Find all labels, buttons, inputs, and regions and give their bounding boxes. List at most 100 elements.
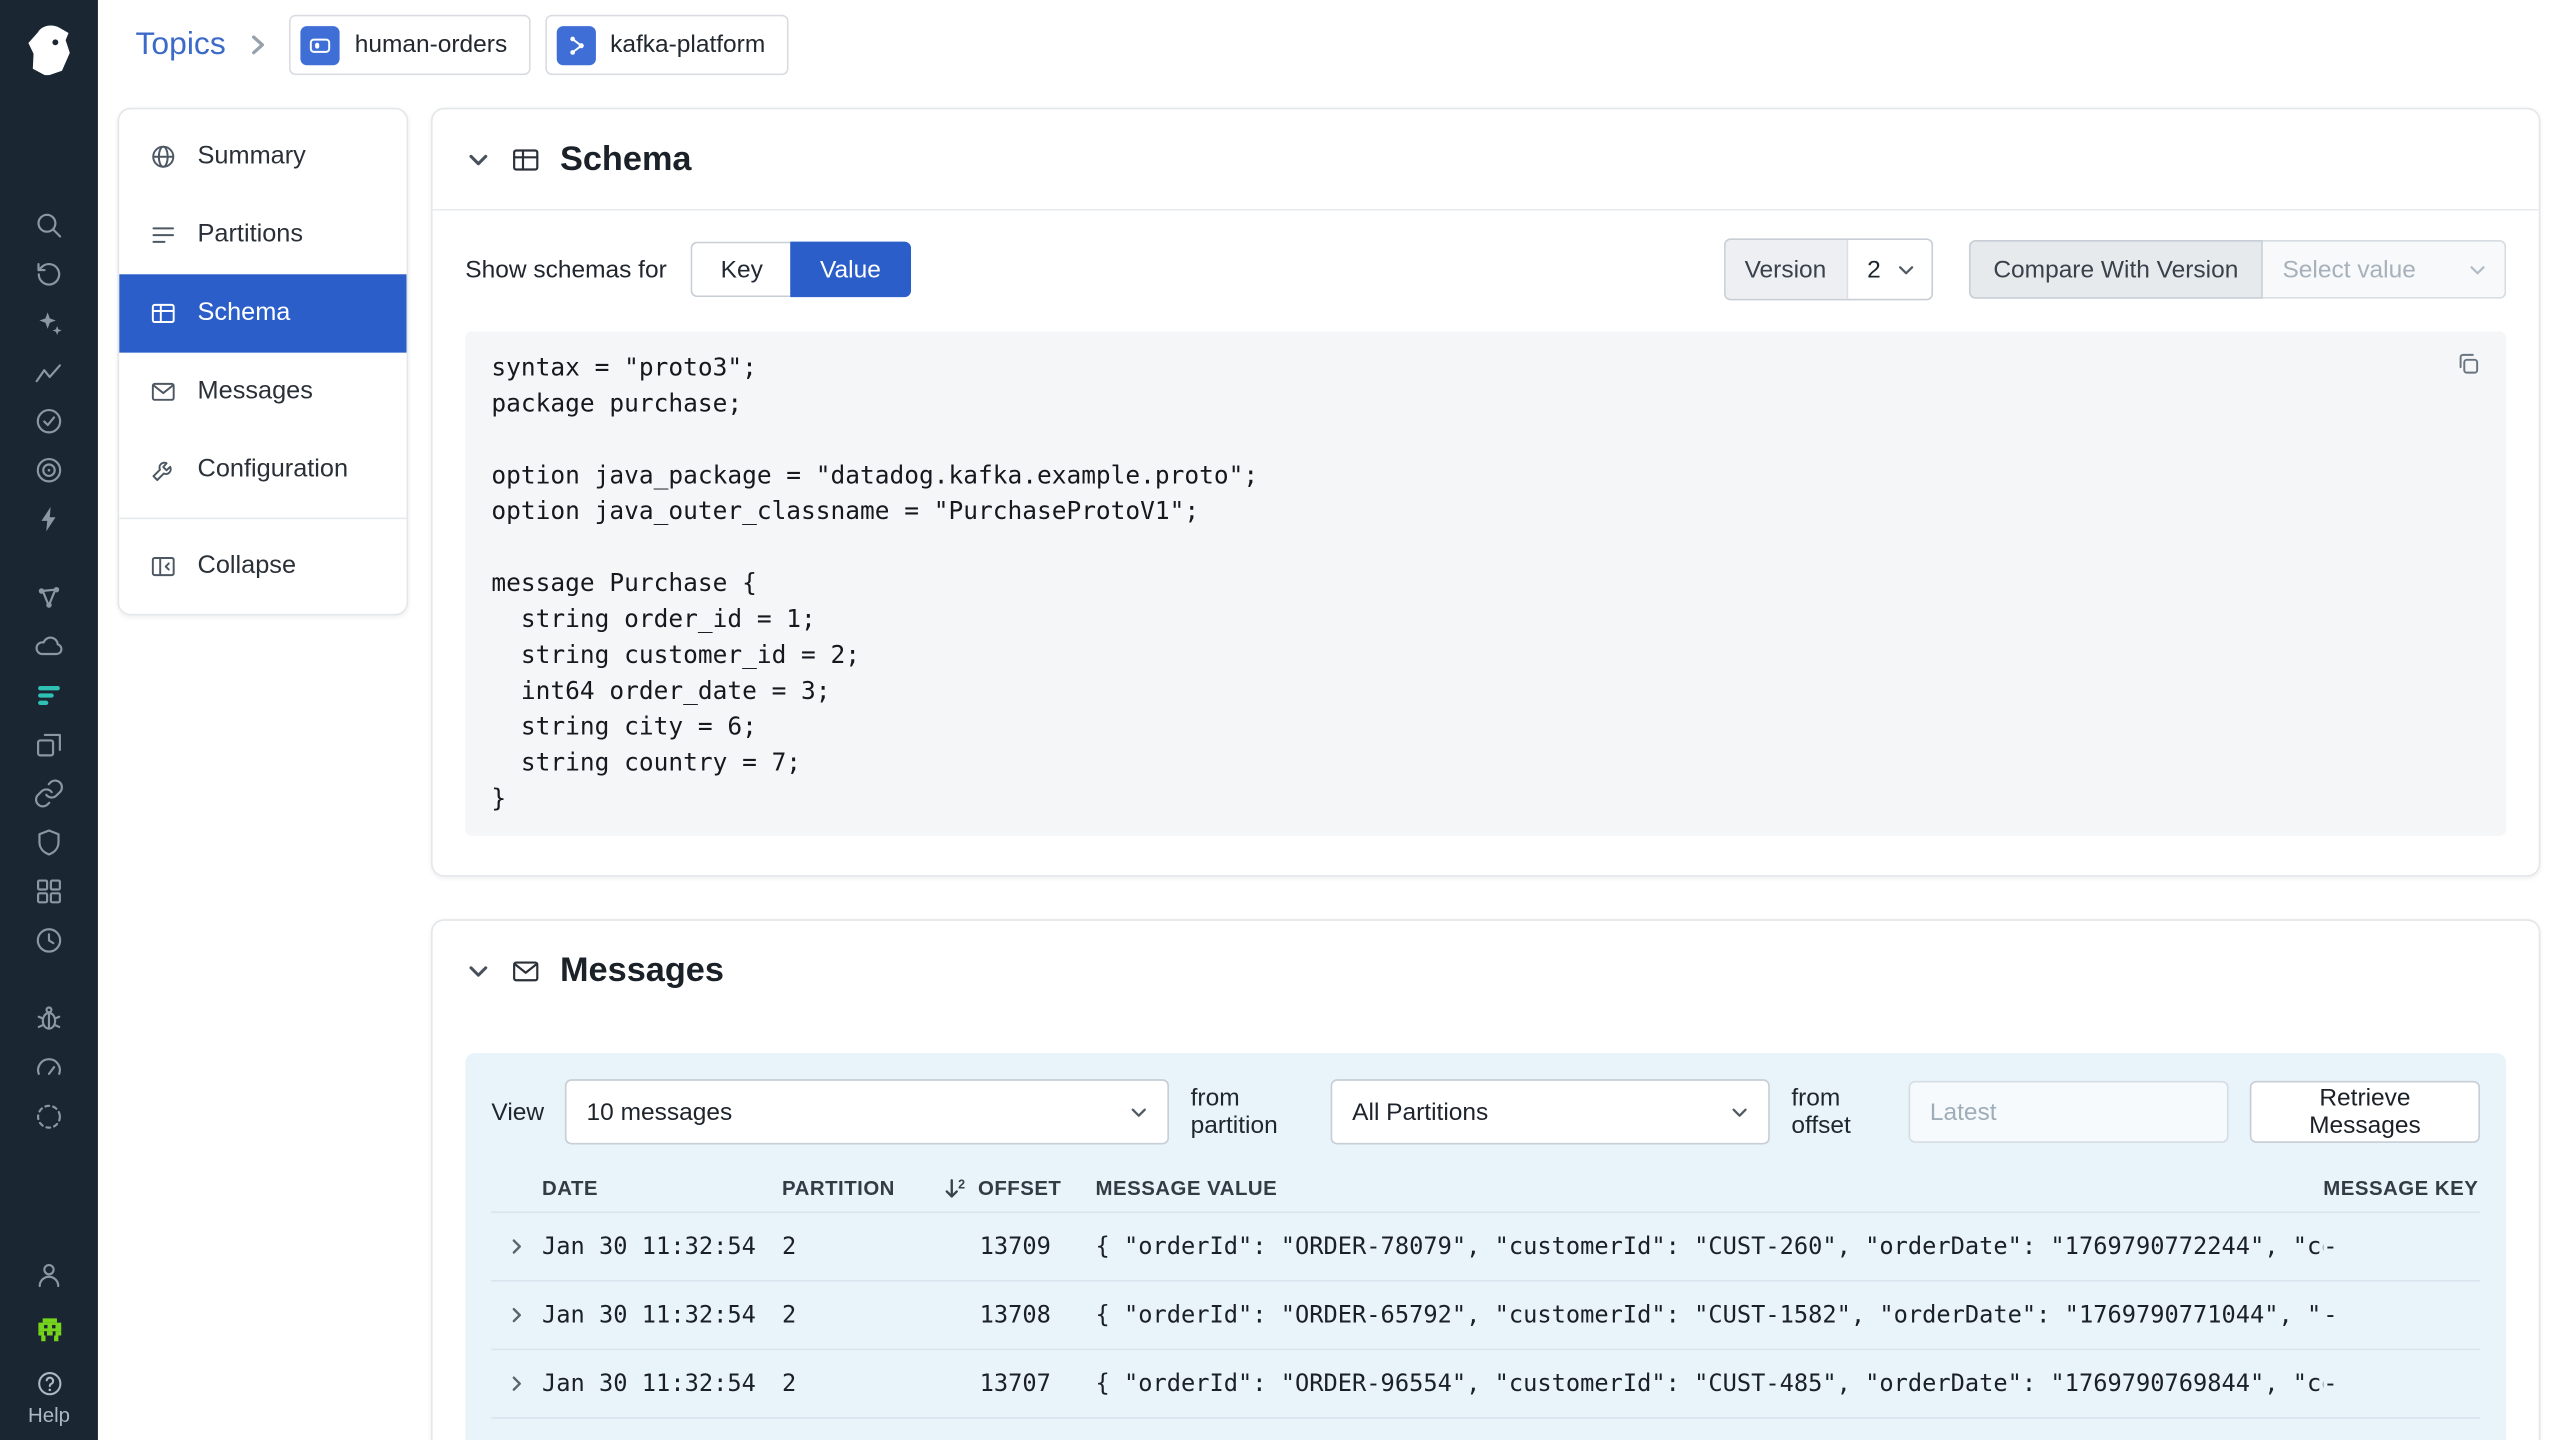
view-label: View xyxy=(491,1098,544,1126)
schema-collapse-chevron-icon[interactable] xyxy=(465,147,491,173)
user-icon[interactable] xyxy=(24,1257,73,1291)
sidebar-item-partitions[interactable]: Partitions xyxy=(119,196,406,274)
topic-chip[interactable]: human-orders xyxy=(289,15,530,75)
message-row[interactable]: Jan 30 11:32:54 2 13708 { "orderId": "OR… xyxy=(491,1280,2480,1349)
containers-icon[interactable] xyxy=(24,873,73,907)
security-icon[interactable] xyxy=(24,824,73,858)
topic-icon xyxy=(301,25,340,64)
scheduler-icon[interactable] xyxy=(24,922,73,956)
compare-select-placeholder: Select value xyxy=(2282,256,2415,284)
synthetics-icon[interactable] xyxy=(24,452,73,486)
datadog-logo[interactable] xyxy=(13,11,85,80)
column-header-message-key: MESSAGE KEY xyxy=(2323,1177,2480,1200)
column-header-message-value: MESSAGE VALUE xyxy=(1096,1177,2324,1200)
schema-code: syntax = "proto3"; package purchase; opt… xyxy=(491,349,2480,816)
sidebar-item-configuration[interactable]: Configuration xyxy=(119,431,406,509)
monitors-icon[interactable] xyxy=(24,403,73,437)
events-icon[interactable] xyxy=(24,501,73,535)
expand-row-chevron-icon[interactable] xyxy=(491,1373,542,1394)
app-window: Help Topics human-orders kafka-platform xyxy=(0,0,2560,1440)
column-header-date: DATE xyxy=(542,1177,782,1200)
settings-icon[interactable] xyxy=(24,1099,73,1133)
collapse-panel-icon xyxy=(149,552,178,581)
bug-icon[interactable] xyxy=(24,1001,73,1035)
sort-desc-numeric-icon: 2 xyxy=(942,1175,970,1203)
version-label: Version xyxy=(1725,240,1848,299)
sidebar-divider xyxy=(119,518,406,520)
compare-with-version-button[interactable]: Compare With Version xyxy=(1969,240,2263,299)
message-count-select[interactable]: 10 messages xyxy=(565,1079,1169,1144)
sidebar-collapse-label: Collapse xyxy=(198,552,296,581)
metrics-icon[interactable] xyxy=(24,354,73,388)
messages-table: DATE PARTITION 2 OFFSET MESSAGE VALUE ME… xyxy=(491,1166,2480,1440)
compare-version-select[interactable]: Select value xyxy=(2263,240,2506,299)
cell-message-key: - xyxy=(2323,1233,2480,1259)
from-offset-label: from offset xyxy=(1791,1084,1887,1140)
breadcrumb-topics-link[interactable]: Topics xyxy=(136,26,226,64)
value-toggle-button[interactable]: Value xyxy=(791,242,911,298)
topic-sidebar: Summary Partitions Schema Messages Confi… xyxy=(118,108,409,616)
partitions-icon xyxy=(149,220,178,249)
cell-partition: 2 xyxy=(782,1233,942,1259)
partition-select[interactable]: All Partitions xyxy=(1331,1079,1770,1144)
sidebar-item-schema[interactable]: Schema xyxy=(119,274,406,352)
search-icon[interactable] xyxy=(24,207,73,241)
cell-date: Jan 30 11:32:54 xyxy=(542,1371,782,1397)
global-nav-rail: Help xyxy=(0,0,98,1440)
key-toggle-button[interactable]: Key xyxy=(691,242,790,298)
sidebar-collapse-button[interactable]: Collapse xyxy=(119,527,406,605)
schema-code-block: syntax = "proto3"; package purchase; opt… xyxy=(465,331,2506,835)
version-select[interactable]: Version 2 xyxy=(1723,238,1933,300)
message-row[interactable]: Jan 30 11:32:54 2 13707 { "orderId": "OR… xyxy=(491,1349,2480,1418)
schema-type-toggle: Key Value xyxy=(691,242,910,298)
cell-offset: 13707 xyxy=(942,1371,1095,1397)
expand-row-chevron-icon[interactable] xyxy=(491,1304,542,1325)
pixel-pet-icon[interactable] xyxy=(24,1313,73,1347)
cell-offset: 13709 xyxy=(942,1233,1095,1259)
cell-message-value: { "orderId": "ORDER-65792", "customerId"… xyxy=(1096,1302,2324,1328)
integrations-icon[interactable] xyxy=(24,776,73,810)
copy-icon[interactable] xyxy=(2451,346,2487,382)
messages-section: Messages View 10 messages from partition… xyxy=(431,919,2540,1440)
globe-icon xyxy=(149,142,178,171)
message-row[interactable]: Jan 30 11:32:54 2 13709 { "orderId": "OR… xyxy=(491,1211,2480,1280)
sidebar-item-label: Messages xyxy=(198,377,313,406)
dashboards-icon[interactable] xyxy=(24,727,73,761)
sidebar-item-summary[interactable]: Summary xyxy=(119,118,406,196)
schema-table-icon xyxy=(509,144,542,177)
compare-version-group: Compare With Version Select value xyxy=(1969,240,2506,299)
chevron-right-icon xyxy=(244,31,272,59)
chevron-down-icon xyxy=(1129,1101,1150,1122)
column-header-offset[interactable]: 2 OFFSET xyxy=(942,1175,1095,1203)
message-count-value: 10 messages xyxy=(587,1098,733,1126)
cell-message-value: { "orderId": "ORDER-78079", "customerId"… xyxy=(1096,1233,2324,1259)
cell-date: Jan 30 11:32:54 xyxy=(542,1302,782,1328)
cluster-chip[interactable]: kafka-platform xyxy=(545,15,788,75)
chevron-down-icon xyxy=(1729,1101,1750,1122)
table-header-row: DATE PARTITION 2 OFFSET MESSAGE VALUE ME… xyxy=(491,1166,2480,1212)
column-header-partition: PARTITION xyxy=(782,1177,942,1200)
data-streams-icon[interactable] xyxy=(24,678,73,712)
cell-date: Jan 30 11:32:54 xyxy=(542,1233,782,1259)
messages-collapse-chevron-icon[interactable] xyxy=(465,958,491,984)
show-schemas-for-label: Show schemas for xyxy=(465,256,666,284)
sparkles-icon[interactable] xyxy=(24,305,73,339)
retrieve-messages-button[interactable]: Retrieve Messages xyxy=(2250,1081,2480,1143)
topic-chip-label: human-orders xyxy=(355,31,507,59)
sidebar-item-label: Configuration xyxy=(198,456,349,485)
cell-message-key: - xyxy=(2323,1371,2480,1397)
wrench-icon xyxy=(149,456,178,485)
cluster-chip-label: kafka-platform xyxy=(610,31,765,59)
message-row[interactable]: Jan 30 11:32:54 2 13706 { "orderId": "OR… xyxy=(491,1417,2480,1440)
history-icon[interactable] xyxy=(24,256,73,290)
expand-row-chevron-icon[interactable] xyxy=(491,1236,542,1257)
cloud-icon[interactable] xyxy=(24,629,73,663)
messages-section-title: Messages xyxy=(560,952,724,991)
offset-input[interactable] xyxy=(1909,1081,2229,1143)
help-button[interactable]: Help xyxy=(28,1368,70,1427)
sidebar-item-messages[interactable]: Messages xyxy=(119,353,406,431)
profiling-icon[interactable] xyxy=(24,1050,73,1084)
messages-envelope-icon xyxy=(509,955,542,988)
chevron-down-icon xyxy=(2467,259,2488,280)
apm-icon[interactable] xyxy=(24,580,73,614)
